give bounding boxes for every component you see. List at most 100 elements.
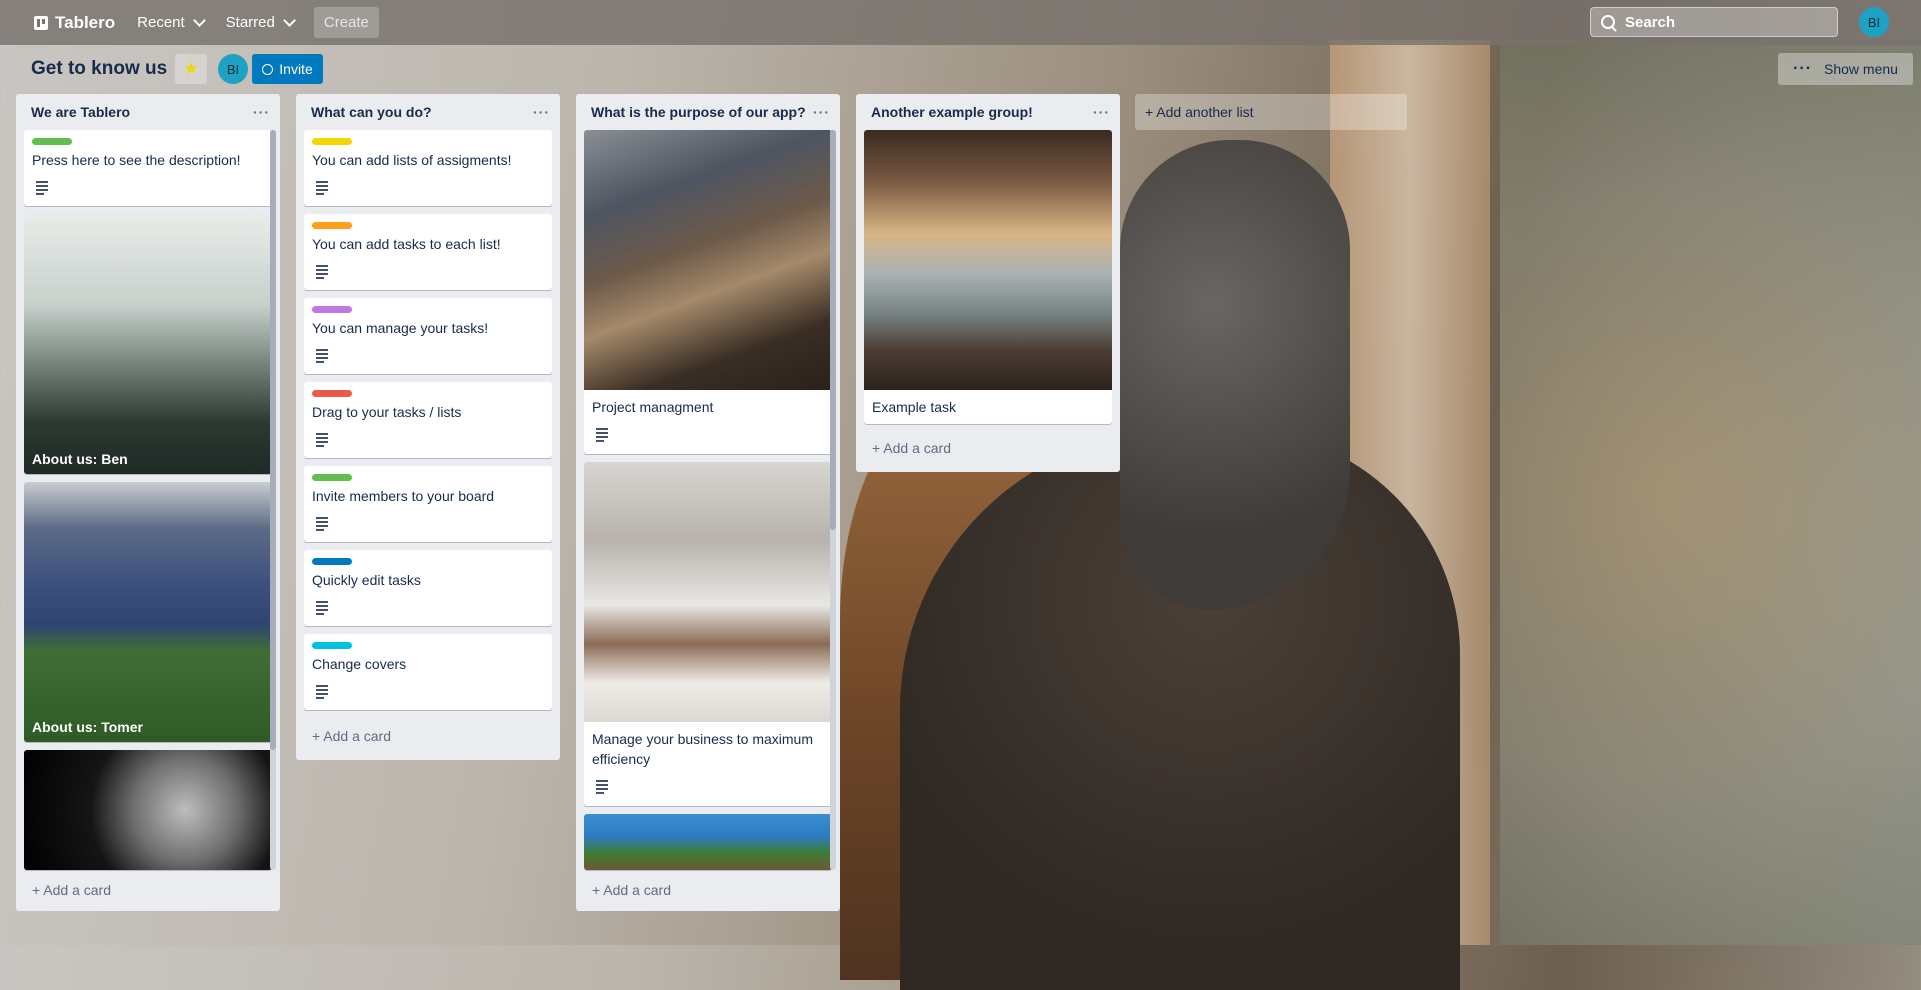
list-menu-icon[interactable]: ··· [1093, 104, 1110, 120]
chevron-down-icon [192, 14, 206, 27]
card[interactable]: Project managment [584, 130, 832, 454]
card-title: You can add lists of assigments! [312, 152, 512, 168]
description-icon [316, 181, 328, 195]
card-label [312, 390, 352, 397]
card[interactable]: You can add lists of assigments! [304, 130, 552, 206]
description-icon [316, 685, 328, 699]
add-card-button[interactable]: + Add a card [32, 882, 111, 898]
invite-button[interactable]: Invite [252, 54, 323, 84]
board-icon [34, 15, 48, 30]
card-cover-image [24, 214, 272, 474]
top-nav: Tablero Recent Starred Create BI [0, 0, 1921, 45]
card-label [312, 474, 352, 481]
list-title[interactable]: What is the purpose of our app? [591, 104, 806, 120]
board-title[interactable]: Get to know us [31, 58, 167, 80]
show-menu-label: Show menu [1824, 61, 1898, 77]
card-cover-image [24, 482, 272, 742]
list-title[interactable]: What can you do? [311, 104, 432, 120]
card-label [312, 558, 352, 565]
chevron-down-icon [283, 14, 296, 27]
card-cover-image [584, 462, 832, 722]
card-title: Manage your business to maximum efficien… [592, 731, 813, 767]
card[interactable] [24, 750, 272, 870]
search-icon [1601, 15, 1615, 29]
card[interactable]: Invite members to your board [304, 466, 552, 542]
card-title: About us: Tomer [32, 719, 143, 735]
card-title: Example task [872, 399, 957, 415]
list-title[interactable]: We are Tablero [31, 104, 130, 120]
card-title: Invite members to your board [312, 488, 495, 504]
star-board-button[interactable]: ★ [175, 54, 207, 84]
list-title[interactable]: Another example group! [871, 104, 1033, 120]
card[interactable]: Press here to see the description! [24, 130, 272, 206]
card[interactable]: Quickly edit tasks [304, 550, 552, 626]
card[interactable]: Example task [864, 130, 1112, 424]
add-list-button[interactable]: + Add another list [1135, 94, 1407, 130]
card[interactable] [584, 814, 832, 870]
card[interactable]: Change covers [304, 634, 552, 710]
description-icon [36, 181, 48, 195]
card-title: Drag to your tasks / lists [312, 404, 462, 420]
search-box[interactable] [1590, 7, 1838, 37]
show-menu-button[interactable]: ··· Show menu [1778, 53, 1913, 85]
description-icon [316, 433, 328, 447]
list-purpose: What is the purpose of our app? ··· Proj… [576, 94, 840, 911]
list-we-are-tablero: We are Tablero ··· Press here to see the… [16, 94, 280, 911]
description-icon [596, 780, 608, 794]
description-icon [316, 265, 328, 279]
description-icon [596, 428, 608, 442]
scroll-thumb[interactable] [830, 130, 836, 530]
app-name: Tablero [55, 12, 116, 32]
card[interactable]: Drag to your tasks / lists [304, 382, 552, 458]
app-logo[interactable]: Tablero [34, 13, 115, 33]
card-label [32, 138, 72, 145]
list-menu-icon[interactable]: ··· [813, 104, 830, 120]
star-icon: ★ [183, 59, 199, 78]
user-avatar[interactable]: BI [1859, 7, 1889, 37]
description-icon [316, 601, 328, 615]
card-cover-image [584, 814, 832, 870]
description-icon [316, 349, 328, 363]
card-title: Change covers [312, 656, 407, 672]
card[interactable]: About us: Ben [24, 214, 272, 474]
list-another-example: Another example group! ··· Example task … [856, 94, 1120, 472]
list-scrollbar[interactable] [830, 130, 836, 870]
search-input[interactable] [1623, 12, 1827, 32]
member-avatar[interactable]: BI [218, 54, 248, 84]
card-title: You can manage your tasks! [312, 320, 489, 336]
list-menu-icon[interactable]: ··· [533, 104, 550, 120]
card-title: Project managment [592, 399, 714, 415]
card-label [312, 306, 352, 313]
card-title: You can add tasks to each list! [312, 236, 501, 252]
add-card-button[interactable]: + Add a card [872, 440, 951, 456]
person-icon [262, 63, 274, 75]
starred-dropdown[interactable]: Starred [225, 14, 296, 31]
card-label [312, 222, 352, 229]
list-what-can-you-do: What can you do? ··· You can add lists o… [296, 94, 560, 760]
board-header: Get to know us ★ BI Invite ··· Show menu [0, 45, 1921, 93]
card[interactable]: About us: Tomer [24, 482, 272, 742]
card[interactable]: You can add tasks to each list! [304, 214, 552, 290]
scroll-thumb[interactable] [270, 130, 276, 750]
description-icon [316, 517, 328, 531]
card-title: About us: Ben [32, 451, 128, 467]
card-title: Press here to see the description! [32, 152, 241, 168]
card-cover-image [864, 130, 1112, 390]
create-button[interactable]: Create [313, 7, 379, 38]
recent-dropdown[interactable]: Recent [137, 14, 206, 31]
card-title: Quickly edit tasks [312, 572, 421, 588]
add-card-button[interactable]: + Add a card [592, 882, 671, 898]
card[interactable]: Manage your business to maximum efficien… [584, 462, 832, 806]
card-label [312, 642, 352, 649]
card[interactable]: You can manage your tasks! [304, 298, 552, 374]
card-cover-image [584, 130, 832, 390]
invite-label: Invite [279, 61, 313, 77]
recent-label: Recent [137, 14, 185, 31]
more-icon: ··· [1793, 60, 1813, 77]
list-menu-icon[interactable]: ··· [253, 104, 270, 120]
card-label [312, 138, 352, 145]
starred-label: Starred [225, 14, 275, 31]
list-scrollbar[interactable] [270, 130, 276, 870]
card-cover-image [24, 750, 272, 870]
add-card-button[interactable]: + Add a card [312, 728, 391, 744]
